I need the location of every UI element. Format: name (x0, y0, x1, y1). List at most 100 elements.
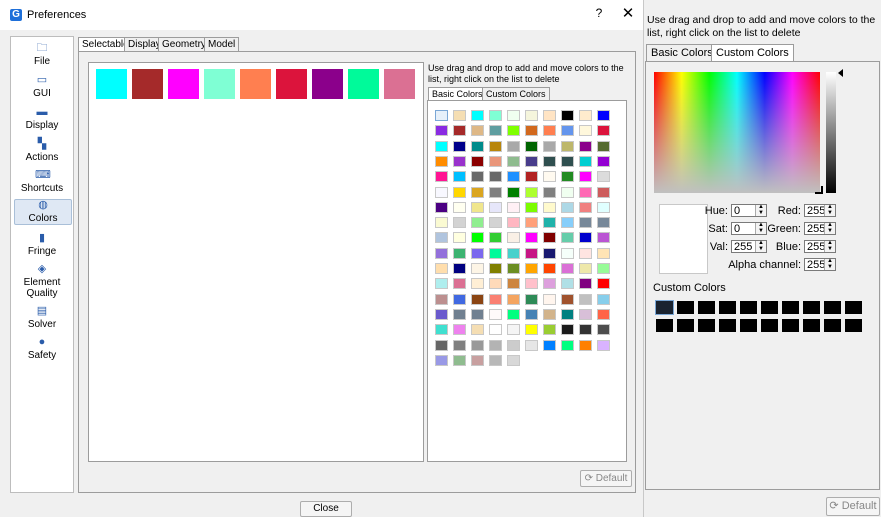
palette-color-swatch[interactable] (597, 186, 610, 198)
palette-color-swatch[interactable] (561, 339, 574, 351)
palette-color-swatch[interactable] (561, 186, 574, 198)
close-icon[interactable]: ✕ (620, 4, 636, 22)
custom-color-swatch[interactable] (782, 301, 799, 314)
picker-tab-custom-colors[interactable]: Custom Colors (711, 44, 794, 61)
palette-color-swatch[interactable] (435, 263, 448, 274)
palette-color-swatch[interactable] (435, 339, 448, 351)
spin-arrows-icon[interactable]: ▲ ▼ (824, 258, 835, 270)
palette-color-swatch[interactable] (489, 155, 502, 167)
palette-color-swatch[interactable] (561, 232, 574, 244)
palette-color-swatch[interactable] (543, 171, 556, 183)
palette-color-swatch[interactable] (597, 278, 610, 290)
palette-color-swatch[interactable] (579, 217, 592, 229)
palette-color-swatch[interactable] (525, 308, 538, 320)
tab-model[interactable]: Model (204, 37, 240, 51)
hue-saturation-spectrum[interactable] (654, 72, 820, 193)
palette-color-swatch[interactable] (471, 324, 484, 336)
palette-color-swatch[interactable] (597, 339, 610, 351)
spin-arrows-icon[interactable]: ▲ ▼ (824, 240, 835, 252)
sidebar-item-solver[interactable]: ▤ Solver (14, 306, 70, 331)
palette-color-swatch[interactable] (579, 308, 592, 320)
palette-color-swatch[interactable] (453, 171, 466, 183)
palette-color-swatch[interactable] (453, 339, 466, 351)
palette-color-swatch[interactable] (561, 308, 574, 320)
val-spinbox[interactable]: 255 ▲ ▼ (731, 240, 767, 253)
palette-color-swatch[interactable] (561, 263, 574, 274)
palette-color-swatch[interactable] (597, 110, 610, 121)
palette-color-swatch[interactable] (471, 308, 484, 320)
palette-color-swatch[interactable] (597, 293, 610, 305)
sidebar-item-display[interactable]: ▬ Display (14, 107, 70, 132)
palette-color-swatch[interactable] (471, 354, 484, 366)
palette-color-swatch[interactable] (471, 293, 484, 305)
palette-color-swatch[interactable] (435, 201, 448, 213)
palette-color-swatch[interactable] (561, 278, 574, 290)
palette-color-swatch[interactable] (489, 110, 502, 121)
palette-color-swatch[interactable] (543, 186, 556, 198)
palette-color-swatch[interactable] (507, 201, 520, 213)
palette-color-swatch[interactable] (561, 171, 574, 183)
custom-color-swatch[interactable] (782, 319, 799, 332)
palette-color-swatch[interactable] (543, 201, 556, 213)
palette-color-swatch[interactable] (525, 232, 538, 244)
palette-color-swatch[interactable] (435, 171, 448, 183)
palette-color-swatch[interactable] (471, 125, 484, 137)
palette-color-swatch[interactable] (507, 217, 520, 229)
luminance-arrow-icon[interactable] (838, 69, 843, 77)
sat-spinbox[interactable]: 0 ▲ ▼ (731, 222, 767, 235)
palette-color-swatch[interactable] (561, 201, 574, 213)
palette-color-swatch[interactable] (561, 155, 574, 167)
custom-color-swatch[interactable] (719, 301, 736, 314)
selected-color-swatch[interactable] (96, 69, 127, 99)
palette-color-swatch[interactable] (597, 324, 610, 336)
palette-color-swatch[interactable] (579, 263, 592, 274)
custom-color-swatch[interactable] (698, 301, 715, 314)
palette-color-swatch[interactable] (597, 247, 610, 259)
palette-color-swatch[interactable] (489, 232, 502, 244)
custom-color-swatch[interactable] (740, 319, 757, 332)
palette-color-swatch[interactable] (507, 308, 520, 320)
palette-color-swatch[interactable] (435, 186, 448, 198)
palette-color-swatch[interactable] (435, 278, 448, 290)
palette-color-swatch[interactable] (489, 354, 502, 366)
palette-color-swatch[interactable] (453, 155, 466, 167)
custom-color-swatch[interactable] (655, 300, 674, 315)
hue-spinbox[interactable]: 0 ▲ ▼ (731, 204, 767, 217)
palette-color-swatch[interactable] (471, 278, 484, 290)
palette-color-swatch[interactable] (543, 247, 556, 259)
selected-color-swatch[interactable] (168, 69, 199, 99)
palette-color-swatch[interactable] (471, 232, 484, 244)
palette-color-swatch[interactable] (471, 110, 484, 121)
palette-color-swatch[interactable] (489, 263, 502, 274)
palette-color-swatch[interactable] (561, 324, 574, 336)
palette-color-swatch[interactable] (543, 324, 556, 336)
tab-basic-colors[interactable]: Basic Colors (428, 87, 487, 100)
palette-color-swatch[interactable] (597, 171, 610, 183)
palette-color-swatch[interactable] (597, 308, 610, 320)
palette-color-swatch[interactable] (561, 140, 574, 152)
tab-geometry[interactable]: Geometry (158, 37, 210, 51)
green-spinbox[interactable]: 255 ▲ ▼ (804, 222, 836, 235)
palette-color-swatch[interactable] (471, 140, 484, 152)
blue-spinbox[interactable]: 255 ▲ ▼ (804, 240, 836, 253)
custom-color-swatch[interactable] (824, 301, 841, 314)
custom-color-swatch[interactable] (845, 301, 862, 314)
sidebar-item-shortcuts[interactable]: ⌨ Shortcuts (14, 170, 70, 195)
default-button[interactable]: ⟳ Default (580, 470, 632, 487)
spectrum-cursor[interactable] (815, 186, 823, 194)
palette-color-swatch[interactable] (453, 247, 466, 259)
palette-color-swatch[interactable] (489, 125, 502, 137)
sidebar-item-colors[interactable]: ◍ Colors (14, 199, 72, 225)
palette-color-swatch[interactable] (543, 125, 556, 137)
palette-color-swatch[interactable] (453, 263, 466, 274)
palette-color-swatch[interactable] (507, 232, 520, 244)
sidebar-item-file[interactable]: 🗀 File (14, 43, 70, 68)
palette-color-swatch[interactable] (525, 217, 538, 229)
palette-color-swatch[interactable] (579, 186, 592, 198)
palette-color-swatch[interactable] (507, 140, 520, 152)
palette-color-swatch[interactable] (525, 171, 538, 183)
palette-color-swatch[interactable] (471, 217, 484, 229)
palette-color-swatch[interactable] (561, 247, 574, 259)
palette-color-swatch[interactable] (597, 217, 610, 229)
custom-color-swatch[interactable] (677, 319, 694, 332)
